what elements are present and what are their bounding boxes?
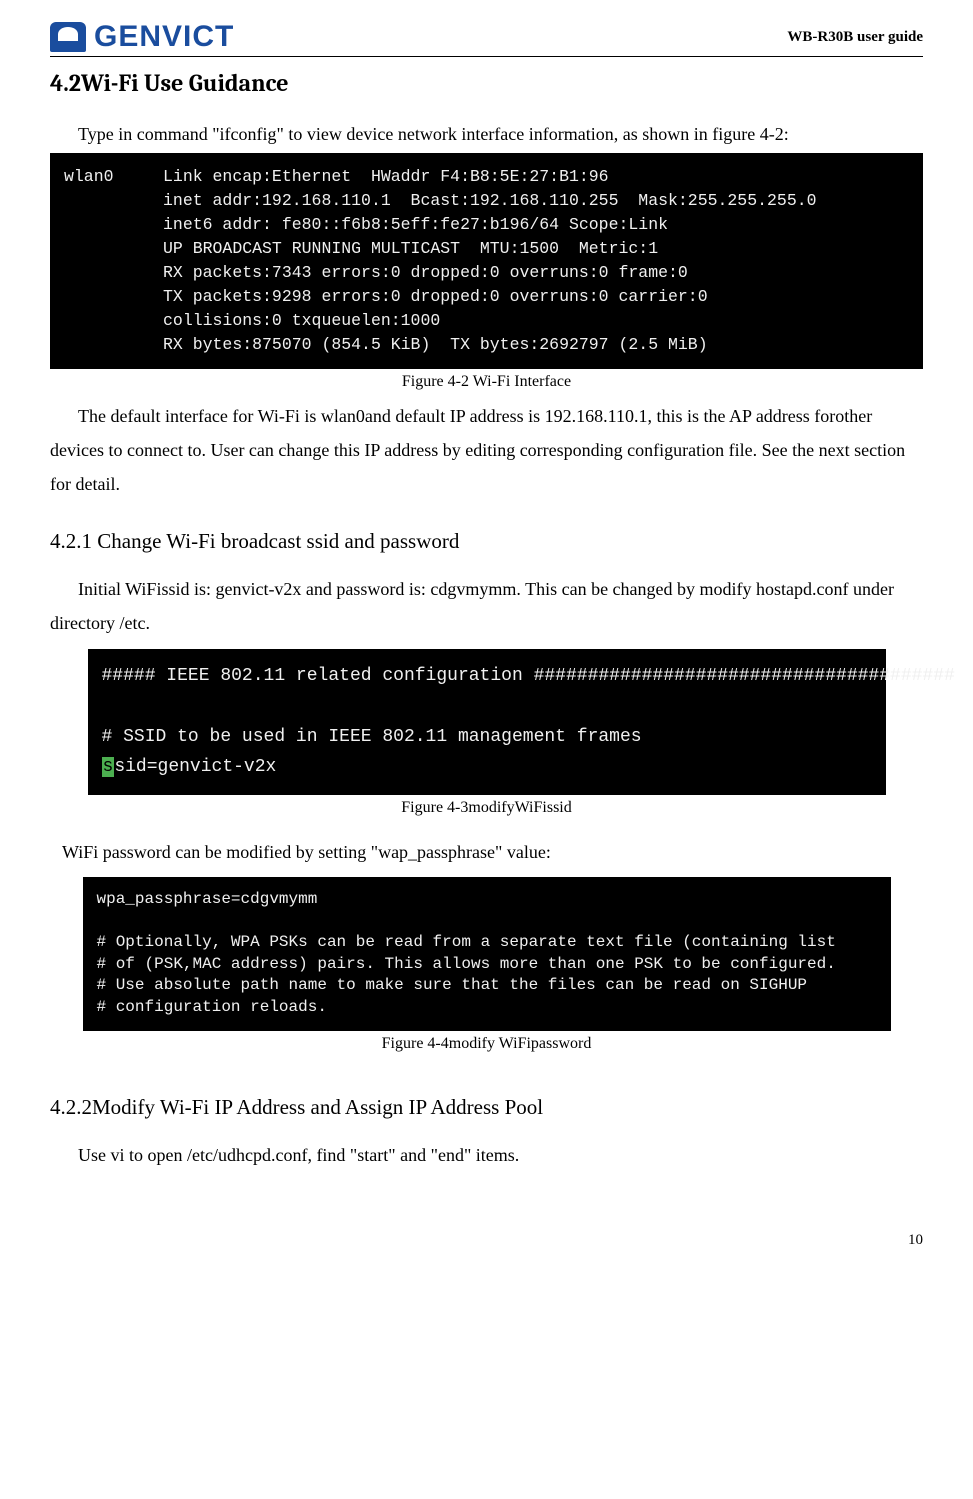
- section-4-2-1-heading: 4.2.1 Change Wi-Fi broadcast ssid and pa…: [50, 529, 923, 554]
- logo-text: GENVICT: [94, 20, 234, 54]
- terminal-line: # SSID to be used in IEEE 802.11 managem…: [102, 727, 642, 747]
- figure-4-3-caption: Figure 4-3modifyWiFissid: [50, 799, 923, 817]
- terminal-ifconfig-output: wlan0 Link encap:Ethernet HWaddr F4:B8:5…: [50, 153, 923, 368]
- terminal-line: sid=genvict-v2x: [114, 757, 276, 777]
- cursor-highlight: s: [102, 757, 115, 777]
- section-4-2-heading: 4.2Wi-Fi Use Guidance: [50, 69, 923, 97]
- page-header: GENVICT WB-R30B user guide: [50, 20, 923, 57]
- figure-4-2-caption: Figure 4-2 Wi-Fi Interface: [50, 373, 923, 391]
- text: Type in command "ifconfig" to view devic…: [78, 124, 789, 144]
- logo: GENVICT: [50, 20, 234, 54]
- section-4-2-2-paragraph: Use vi to open /etc/udhcpd.conf, find "s…: [50, 1138, 923, 1172]
- logo-icon: [50, 22, 86, 52]
- document-title: WB-R30B user guide: [787, 29, 923, 46]
- terminal-line: ##### IEEE 802.11 related configuration …: [102, 666, 955, 686]
- page-number: 10: [50, 1232, 923, 1249]
- section-4-2-1-password-paragraph: WiFi password can be modified by setting…: [62, 835, 923, 869]
- terminal-passphrase-config: wpa_passphrase=cdgvmymm # Optionally, WP…: [83, 877, 891, 1031]
- section-4-2-2-heading: 4.2.2Modify Wi-Fi IP Address and Assign …: [50, 1095, 923, 1120]
- terminal-ssid-config: ##### IEEE 802.11 related configuration …: [88, 649, 886, 795]
- figure-4-4-caption: Figure 4-4modify WiFipassword: [50, 1035, 923, 1053]
- section-4-2-intro-paragraph: Type in command "ifconfig" to view devic…: [50, 117, 923, 151]
- section-4-2-1-intro-paragraph: Initial WiFissid is: genvict-v2x and pas…: [50, 572, 923, 640]
- section-4-2-description-paragraph: The default interface for Wi-Fi is wlan0…: [50, 399, 923, 502]
